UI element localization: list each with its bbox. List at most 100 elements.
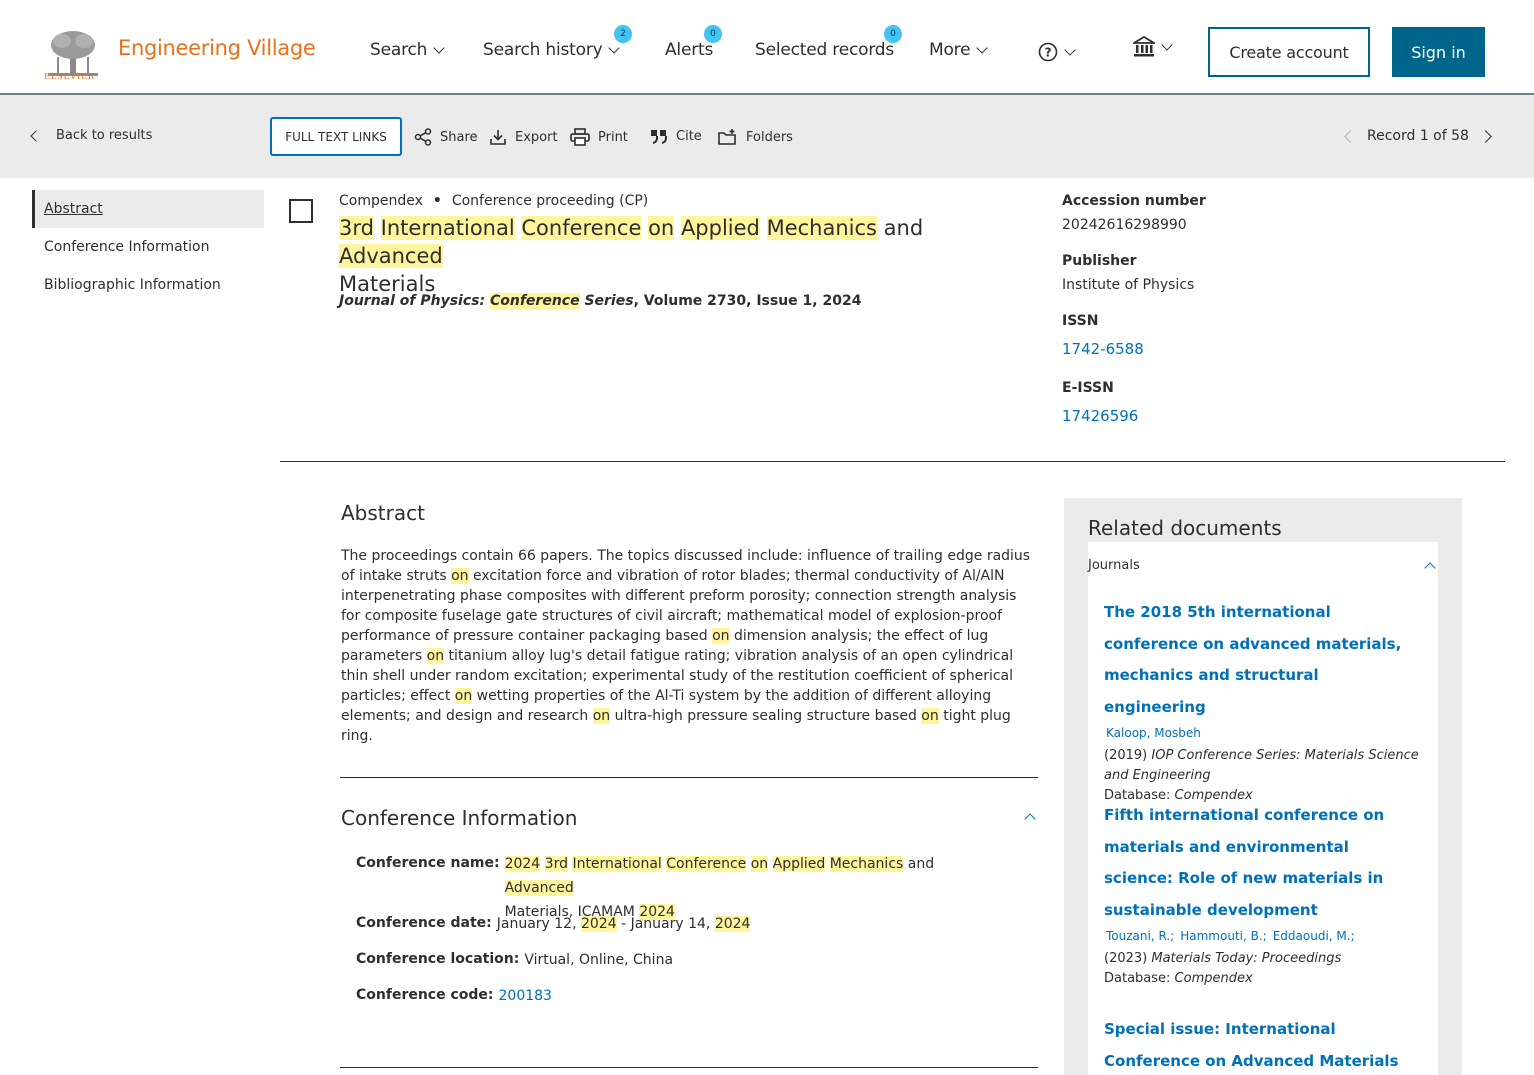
- nav-search-history-label: Search history: [483, 40, 603, 60]
- accession-number-label: Accession number: [1062, 193, 1206, 209]
- conference-code-link[interactable]: 200183: [499, 984, 552, 1008]
- abstract-part: ultra-high pressure sealing structure ba…: [610, 708, 922, 724]
- search-history-count-badge: 2: [614, 25, 632, 43]
- collapse-section-icon[interactable]: [1024, 813, 1036, 825]
- svg-text:?: ?: [1045, 46, 1052, 60]
- selected-records-count-badge: 0: [884, 25, 902, 43]
- chevron-down-icon: [1064, 43, 1076, 56]
- nav-search-label: Search: [370, 40, 428, 60]
- folder-add-icon: [718, 129, 736, 145]
- quote-icon: [651, 130, 667, 144]
- related-documents-list: Journals The 2018 5th international conf…: [1088, 542, 1438, 1075]
- back-to-results-link[interactable]: Back to results: [30, 128, 153, 143]
- abstract-heading: Abstract: [341, 501, 425, 525]
- conference-location-label: Conference location:: [356, 951, 520, 967]
- journal-citation: Journal of Physics: Conference Series, V…: [339, 293, 861, 309]
- folders-button[interactable]: Folders: [718, 128, 793, 146]
- conf-name-word: Mechanics: [829, 856, 904, 872]
- select-record-checkbox[interactable]: [289, 199, 313, 223]
- previous-record-icon[interactable]: [1344, 129, 1357, 143]
- conference-code-label: Conference code:: [356, 987, 494, 1003]
- record-toolbar: Back to results FULL TEXT LINKS Share Ex…: [0, 95, 1534, 178]
- record-position: Record 1 of 58: [1367, 128, 1469, 144]
- elsevier-wordmark: ELSEVIER: [44, 72, 95, 82]
- nav-selected-records-label: Selected records: [755, 40, 895, 60]
- sign-in-button[interactable]: Sign in: [1392, 27, 1485, 77]
- nav-search[interactable]: Search: [370, 40, 445, 60]
- conf-name-word: International: [572, 856, 662, 872]
- related-document-title[interactable]: Special issue: International Conference …: [1104, 1014, 1422, 1075]
- export-button[interactable]: Export: [489, 128, 558, 146]
- related-documents-heading: Related documents: [1088, 516, 1282, 540]
- nav-selected-records[interactable]: Selected records: [755, 40, 894, 60]
- divider: [340, 777, 1038, 778]
- related-document-item: Special issue: International Conference …: [1104, 1014, 1422, 1075]
- date-part: - January 14,: [616, 916, 715, 932]
- nav-alerts-label: Alerts: [665, 40, 714, 60]
- create-account-button[interactable]: Create account: [1208, 27, 1370, 77]
- title-word: on: [648, 216, 675, 240]
- database-label: Database:: [1104, 971, 1175, 986]
- database-label: Compendex: [339, 193, 423, 209]
- abstract-highlight: on: [921, 708, 939, 724]
- chevron-down-icon: [976, 41, 989, 54]
- author-link[interactable]: Touzani, R.;: [1106, 929, 1174, 943]
- abstract-text: The proceedings contain 66 papers. The t…: [341, 546, 1031, 746]
- related-document-authors: Touzani, R.; Hammouti, B.; Eddaoudi, M.;: [1104, 929, 1422, 943]
- conference-location-value: Virtual, Online, China: [524, 952, 674, 968]
- full-text-links-button[interactable]: FULL TEXT LINKS: [270, 117, 402, 156]
- sidebar-item-bibliographic-information[interactable]: Bibliographic Information: [32, 266, 264, 304]
- record-meta-line: Compendex • Conference proceeding (CP): [339, 193, 648, 209]
- conf-name-word: 3rd: [544, 856, 568, 872]
- author-link[interactable]: Hammouti, B.;: [1180, 929, 1266, 943]
- meta-separator: •: [432, 193, 442, 209]
- eissn-label: E-ISSN: [1062, 380, 1114, 396]
- nav-search-history[interactable]: Search history: [483, 40, 621, 60]
- related-document-title[interactable]: The 2018 5th international conference on…: [1104, 597, 1422, 723]
- conf-name-word: 2024: [504, 856, 541, 872]
- database-name: Compendex: [1174, 971, 1253, 986]
- author-link[interactable]: Kaloop, Mosbeh: [1106, 726, 1201, 740]
- accession-number-value: 20242616298990: [1062, 217, 1187, 233]
- institution-menu[interactable]: [1133, 36, 1173, 58]
- back-to-results-label: Back to results: [56, 128, 153, 143]
- brand-name[interactable]: Engineering Village: [118, 36, 316, 60]
- cite-button[interactable]: Cite: [650, 128, 702, 144]
- author-link[interactable]: Eddaoudi, M.;: [1273, 929, 1355, 943]
- cite-label: Cite: [676, 128, 702, 144]
- sidebar-item-abstract[interactable]: Abstract: [32, 190, 264, 228]
- issn-link[interactable]: 1742-6588: [1062, 340, 1144, 358]
- share-button[interactable]: Share: [414, 128, 478, 146]
- related-document-authors: Kaloop, Mosbeh: [1104, 726, 1422, 740]
- print-label: Print: [598, 129, 628, 145]
- nav-more[interactable]: More: [929, 40, 989, 60]
- conf-name-word: Advanced: [504, 880, 574, 896]
- related-document-title[interactable]: Fifth international conference on materi…: [1104, 800, 1422, 926]
- conf-name-word: Applied: [772, 856, 826, 872]
- title-word: International: [380, 216, 515, 240]
- collapse-journals-icon[interactable]: [1424, 562, 1436, 574]
- conf-name-word: Conference: [666, 856, 747, 872]
- journals-group-label: Journals: [1088, 558, 1140, 573]
- related-documents-panel: Related documents Journals The 2018 5th …: [1064, 498, 1462, 1075]
- printer-icon: [570, 128, 590, 146]
- source-year: (2023): [1104, 951, 1148, 966]
- eissn-link[interactable]: 17426596: [1062, 407, 1138, 425]
- institution-building-icon: [1133, 36, 1155, 57]
- title-word: and: [883, 216, 924, 240]
- conference-date-row: Conference date: January 12, 2024 - Janu…: [356, 912, 751, 936]
- help-circle-icon: ?: [1038, 42, 1058, 62]
- help-menu[interactable]: ?: [1038, 42, 1076, 62]
- abstract-highlight: on: [592, 708, 611, 724]
- conference-date-value: January 12, 2024 - January 14, 2024: [497, 912, 751, 936]
- nav-alerts[interactable]: Alerts: [665, 40, 713, 60]
- journal-name-prefix: Journal of Physics:: [339, 293, 490, 309]
- conf-name-word: on: [750, 856, 769, 872]
- related-document-item: The 2018 5th international conference on…: [1104, 597, 1422, 806]
- next-record-icon[interactable]: [1479, 129, 1492, 143]
- print-button[interactable]: Print: [570, 128, 628, 146]
- title-word: Applied: [680, 216, 760, 240]
- top-navigation-bar: ELSEVIER Engineering Village Search Sear…: [0, 0, 1534, 95]
- source-year: (2019): [1104, 748, 1148, 763]
- sidebar-item-conference-information[interactable]: Conference Information: [32, 228, 264, 266]
